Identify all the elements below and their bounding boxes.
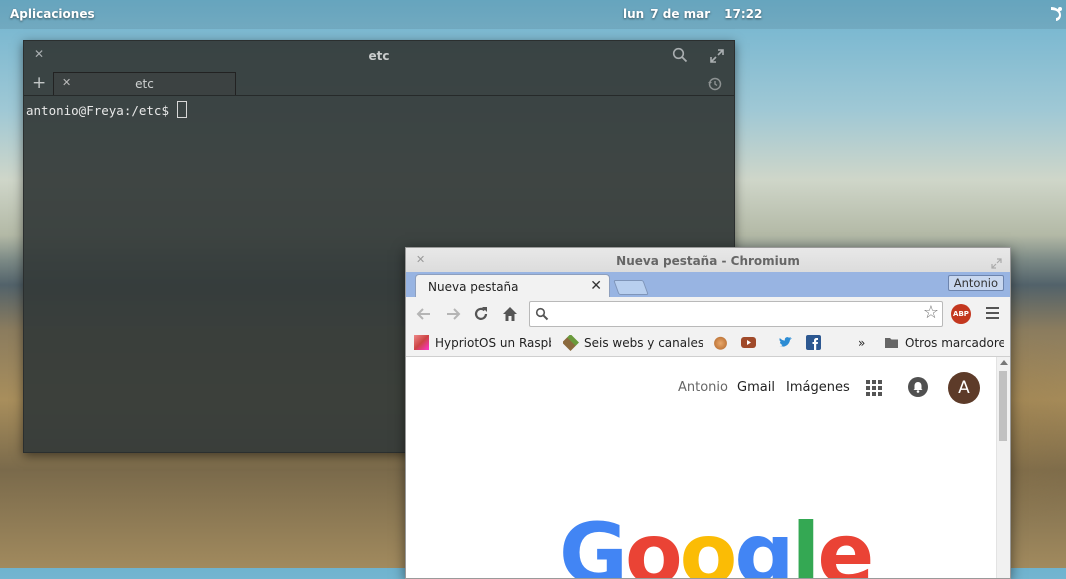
- forward-icon[interactable]: [444, 305, 462, 323]
- home-icon[interactable]: [501, 305, 519, 323]
- top-panel: Aplicaciones lun 7 de mar 17:22: [0, 0, 1066, 29]
- chromium-titlebar[interactable]: ✕ Nueva pestaña - Chromium: [406, 248, 1010, 272]
- avatar[interactable]: A: [948, 372, 980, 404]
- bookmark-item[interactable]: [778, 335, 796, 352]
- add-tab-icon[interactable]: +: [32, 73, 46, 93]
- terminal-title: etc: [368, 49, 390, 63]
- back-icon[interactable]: [415, 305, 433, 323]
- page-scrollbar[interactable]: [996, 357, 1010, 578]
- clock-date: 7 de mar: [650, 7, 711, 21]
- other-bookmarks-folder[interactable]: Otros marcadores: [884, 335, 1004, 352]
- search-icon[interactable]: [672, 47, 688, 63]
- close-tab-icon[interactable]: ✕: [590, 278, 602, 294]
- notifications-bell-icon[interactable]: [908, 377, 928, 397]
- gmail-link[interactable]: Gmail: [737, 380, 775, 395]
- maximize-icon[interactable]: [991, 254, 1002, 269]
- terminal-tab[interactable]: ✕ etc: [53, 72, 236, 95]
- omnibox-input[interactable]: [554, 304, 918, 324]
- bookmark-item[interactable]: [713, 335, 729, 352]
- prompt-text: antonio@Freya:/etc$: [26, 103, 169, 118]
- tab-new-tab[interactable]: Nueva pestaña ✕: [415, 274, 610, 298]
- bookmark-label: HypriotOS un Raspbia: [435, 336, 551, 350]
- new-tab-page[interactable]: Antonio Gmail Imágenes A Google: [406, 357, 1010, 578]
- bookmark-item[interactable]: [806, 335, 824, 352]
- user-link[interactable]: Antonio: [678, 380, 728, 395]
- chromium-tabstrip: Nueva pestaña ✕ Antonio: [406, 272, 1010, 298]
- hypriot-favicon: [414, 335, 429, 350]
- reddit-favicon: [713, 335, 728, 350]
- menu-icon[interactable]: [986, 307, 999, 319]
- terminal-prompt: antonio@Freya:/etc$: [26, 101, 187, 118]
- chromium-toolbar: ☆ ABP: [406, 297, 1010, 331]
- reload-icon[interactable]: [472, 305, 490, 323]
- maximize-icon[interactable]: [710, 48, 724, 63]
- panel-clock[interactable]: lun 7 de mar 17:22: [623, 7, 768, 21]
- bookmarks-overflow-button[interactable]: »: [858, 335, 870, 352]
- omnibox[interactable]: ☆: [529, 301, 943, 327]
- history-icon[interactable]: [708, 76, 722, 91]
- scroll-up-icon[interactable]: [1000, 360, 1008, 365]
- search-icon: [535, 306, 549, 321]
- terminal-cursor: [177, 101, 187, 118]
- adblock-plus-icon[interactable]: ABP: [951, 304, 971, 324]
- scrollbar-thumb[interactable]: [999, 371, 1007, 441]
- bookmark-item[interactable]: Seis webs y canales de: [563, 335, 703, 352]
- bookmark-item[interactable]: [741, 335, 759, 352]
- bookmark-item[interactable]: HypriotOS un Raspbia: [414, 335, 551, 352]
- chromium-window-title: Nueva pestaña - Chromium: [616, 254, 800, 268]
- terminal-tabbar: + ✕ etc: [24, 71, 734, 95]
- facebook-icon: [806, 335, 821, 350]
- profile-button[interactable]: Antonio: [947, 275, 1004, 291]
- images-link[interactable]: Imágenes: [786, 380, 850, 395]
- apps-grid-icon[interactable]: [866, 380, 882, 396]
- terminal-tab-label: etc: [135, 77, 154, 91]
- new-tab-button[interactable]: [613, 280, 649, 295]
- bookmark-label: Seis webs y canales de: [584, 336, 703, 350]
- chromium-window[interactable]: ✕ Nueva pestaña - Chromium Nueva pestaña…: [405, 247, 1011, 579]
- clock-day: lun: [623, 7, 645, 21]
- other-bookmarks-label: Otros marcadores: [905, 336, 1004, 350]
- bookmarks-bar: HypriotOS un Raspbia Seis webs y canales…: [406, 331, 1010, 357]
- minecraft-favicon: [563, 335, 579, 351]
- applications-menu[interactable]: Aplicaciones: [10, 7, 95, 21]
- bookmark-star-icon[interactable]: ☆: [923, 303, 939, 323]
- folder-icon: [884, 335, 899, 350]
- tab-label: Nueva pestaña: [428, 280, 519, 294]
- clock-time: 17:22: [724, 7, 763, 21]
- youtube-icon: [741, 335, 756, 350]
- notifications-icon[interactable]: [1048, 5, 1064, 23]
- twitter-icon: [778, 335, 793, 350]
- terminal-titlebar[interactable]: ✕ etc: [24, 41, 734, 71]
